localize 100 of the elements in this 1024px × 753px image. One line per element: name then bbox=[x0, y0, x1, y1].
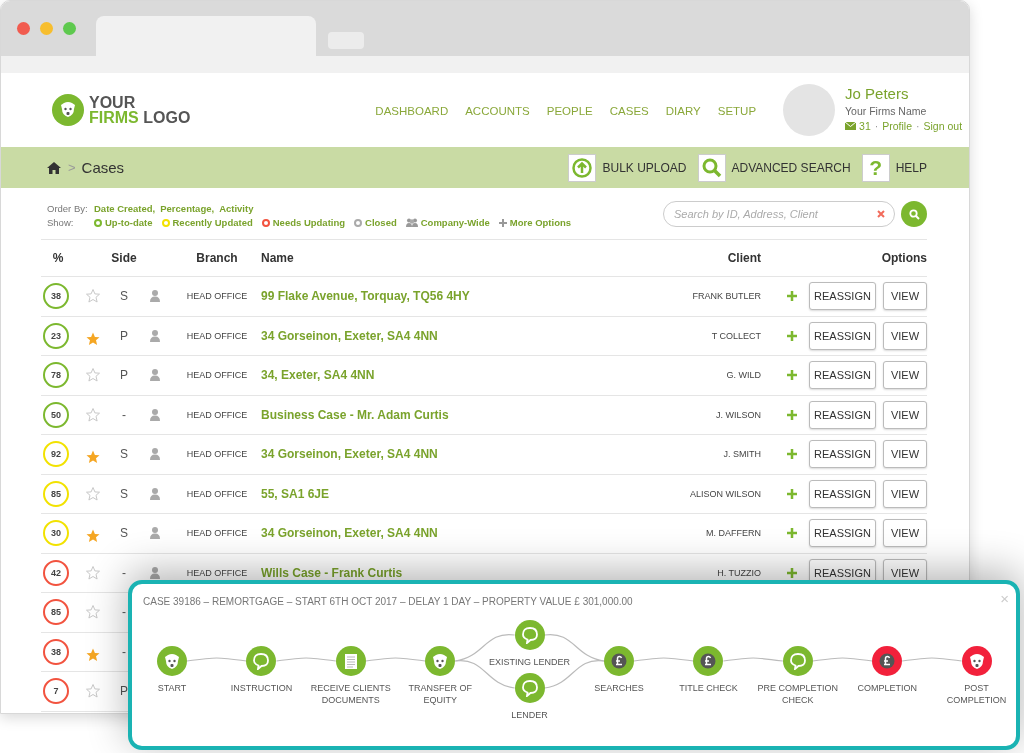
stage-node[interactable] bbox=[872, 646, 903, 676]
view-button[interactable]: VIEW bbox=[883, 282, 927, 311]
star-filled-icon[interactable] bbox=[86, 331, 100, 346]
filter-link[interactable]: Company-Wide bbox=[405, 217, 490, 228]
filter-link[interactable]: Recently Updated bbox=[161, 217, 253, 228]
reassign-button[interactable]: REASSIGN bbox=[809, 440, 876, 469]
close-button[interactable]: × bbox=[1000, 591, 1009, 606]
plus-icon[interactable] bbox=[787, 291, 797, 302]
reassign-button[interactable]: REASSIGN bbox=[809, 361, 876, 390]
branch-name: HEAD OFFICE bbox=[186, 291, 248, 302]
nav-link[interactable]: ACCOUNTS bbox=[465, 105, 530, 117]
client-name: G. WILD bbox=[726, 370, 761, 381]
case-name-link[interactable]: 34 Gorseinon, Exeter, SA4 4NN bbox=[261, 447, 438, 462]
person-icon bbox=[150, 408, 160, 421]
reassign-button[interactable]: REASSIGN bbox=[809, 282, 876, 311]
reassign-button[interactable]: REASSIGN bbox=[809, 479, 876, 508]
star-outline-icon[interactable] bbox=[86, 605, 100, 620]
stage-node[interactable] bbox=[514, 620, 545, 650]
plus-icon[interactable] bbox=[787, 330, 797, 341]
sort-link[interactable]: Activity bbox=[219, 203, 254, 214]
window-close-button[interactable] bbox=[17, 22, 30, 35]
case-name-link[interactable]: 55, SA1 6JE bbox=[261, 486, 330, 501]
view-button[interactable]: VIEW bbox=[883, 440, 927, 469]
person-icon bbox=[150, 448, 160, 461]
stage-node[interactable] bbox=[693, 646, 724, 676]
plus-icon[interactable] bbox=[787, 449, 797, 460]
stage-node[interactable] bbox=[604, 646, 634, 676]
view-button[interactable]: VIEW bbox=[883, 321, 927, 350]
plus-icon[interactable] bbox=[787, 409, 797, 420]
stage-label: TRANSFER OF EQUITY bbox=[408, 682, 472, 706]
home-icon[interactable] bbox=[47, 161, 61, 174]
help-button[interactable]: ? HELP bbox=[861, 153, 927, 182]
star-filled-icon[interactable] bbox=[86, 529, 100, 544]
reassign-button[interactable]: REASSIGN bbox=[809, 321, 876, 350]
nav-link[interactable]: DIARY bbox=[665, 105, 701, 117]
stage-label: POST COMPLETION bbox=[946, 682, 1007, 706]
case-name-link[interactable]: 34 Gorseinon, Exeter, SA4 4NN bbox=[261, 526, 438, 541]
nav-link[interactable]: SETUP bbox=[717, 105, 757, 117]
nav-link[interactable]: DASHBOARD bbox=[375, 105, 449, 117]
user-link[interactable]: Sign out bbox=[923, 119, 963, 132]
star-filled-icon[interactable] bbox=[86, 450, 100, 465]
case-name-link[interactable]: Business Case - Mr. Adam Curtis bbox=[261, 407, 449, 422]
search-icon bbox=[908, 208, 920, 220]
stage-node[interactable] bbox=[514, 673, 545, 703]
connector-line bbox=[812, 657, 873, 662]
view-button[interactable]: VIEW bbox=[883, 400, 927, 429]
case-name-link[interactable]: 34, Exeter, SA4 4NN bbox=[261, 368, 375, 383]
nav-link[interactable]: CASES bbox=[609, 105, 649, 117]
document-icon bbox=[343, 652, 358, 670]
search-button[interactable]: ADVANCED SEARCH bbox=[697, 153, 851, 182]
stage-node[interactable] bbox=[782, 646, 813, 676]
messages-link[interactable]: 31 bbox=[845, 119, 871, 132]
stage-node[interactable] bbox=[425, 646, 456, 676]
star-outline-icon[interactable] bbox=[86, 486, 100, 501]
star-outline-icon[interactable] bbox=[86, 368, 100, 383]
star-outline-icon[interactable] bbox=[86, 565, 100, 580]
plus-icon[interactable] bbox=[787, 488, 797, 499]
user-link[interactable]: Profile bbox=[882, 119, 912, 132]
reassign-button[interactable]: REASSIGN bbox=[809, 400, 876, 429]
plus-icon[interactable] bbox=[787, 567, 797, 578]
stage-label: LENDER bbox=[511, 709, 548, 721]
order-by-label: Order By: bbox=[47, 203, 89, 214]
upload-button[interactable]: BULK UPLOAD bbox=[568, 153, 687, 182]
speech-bubble-icon bbox=[253, 652, 270, 670]
plus-icon[interactable] bbox=[787, 528, 797, 539]
filter-link[interactable]: Needs Updating bbox=[261, 217, 346, 228]
show-label: Show: bbox=[47, 217, 75, 228]
search-field[interactable]: Search by ID, Address, Client bbox=[663, 201, 895, 227]
window-minimize-button[interactable] bbox=[40, 22, 53, 35]
side-value: S bbox=[120, 447, 128, 462]
filter-link[interactable]: Up-to-date bbox=[94, 217, 153, 228]
plus-icon[interactable] bbox=[787, 370, 797, 381]
window-maximize-button[interactable] bbox=[63, 22, 76, 35]
search-icon bbox=[701, 157, 722, 178]
sort-link[interactable]: Percentage, bbox=[160, 203, 215, 214]
view-button[interactable]: VIEW bbox=[883, 361, 927, 390]
filter-link[interactable]: Closed bbox=[354, 217, 397, 228]
stage-node[interactable] bbox=[246, 646, 277, 676]
coin-icon bbox=[611, 653, 627, 669]
clear-icon[interactable] bbox=[877, 210, 885, 218]
case-name-link[interactable]: 34 Gorseinon, Exeter, SA4 4NN bbox=[261, 328, 438, 343]
filter-link[interactable]: More Options bbox=[498, 217, 572, 228]
star-outline-icon[interactable] bbox=[86, 684, 100, 699]
stage-node[interactable] bbox=[961, 646, 992, 676]
sort-link[interactable]: Date Created, bbox=[94, 203, 156, 214]
star-filled-icon[interactable] bbox=[86, 647, 100, 662]
view-button[interactable]: VIEW bbox=[883, 479, 927, 508]
reassign-button[interactable]: REASSIGN bbox=[809, 519, 876, 548]
stage-node[interactable] bbox=[335, 646, 366, 676]
case-name-link[interactable]: Wills Case - Frank Curtis bbox=[261, 565, 403, 580]
case-name-link[interactable]: 99 Flake Avenue, Torquay, TQ56 4HY bbox=[261, 289, 470, 304]
client-name: ALISON WILSON bbox=[690, 488, 761, 499]
search-button[interactable] bbox=[901, 201, 927, 227]
star-outline-icon[interactable] bbox=[86, 407, 100, 422]
column-header: Client bbox=[727, 251, 761, 265]
stage-node[interactable] bbox=[157, 646, 187, 676]
nav-link[interactable]: PEOPLE bbox=[546, 105, 593, 117]
star-outline-icon[interactable] bbox=[86, 289, 100, 304]
person-icon bbox=[150, 290, 160, 303]
view-button[interactable]: VIEW bbox=[883, 519, 927, 548]
